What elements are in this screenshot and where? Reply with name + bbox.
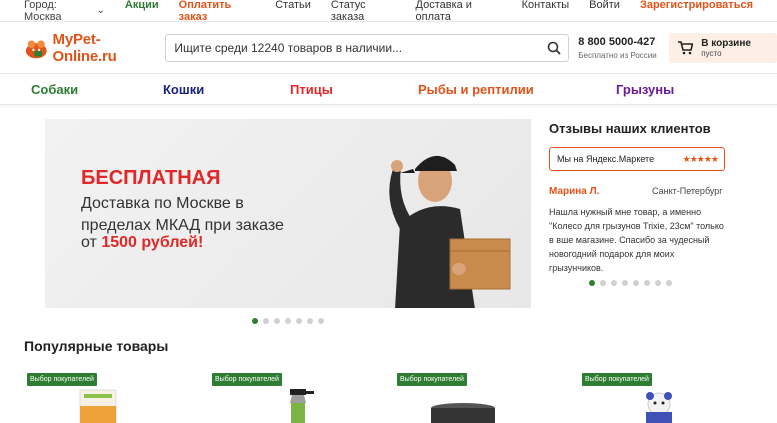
- category-birds[interactable]: Птицы: [290, 82, 333, 97]
- articles-link[interactable]: Статьи: [275, 0, 311, 23]
- pagination-dot[interactable]: [252, 318, 258, 324]
- pagination-dot[interactable]: [589, 280, 595, 286]
- search-box: [165, 33, 570, 62]
- pagination-dot[interactable]: [666, 280, 672, 286]
- reviews-title: Отзывы наших клиентов: [549, 121, 711, 136]
- category-fish-reptiles[interactable]: Рыбы и рептилии: [418, 82, 534, 97]
- city-selector[interactable]: Город: Москва ⌄: [24, 0, 105, 23]
- reviewer-name: Марина Л.: [549, 186, 600, 197]
- phone-number[interactable]: 8 800 5000-427: [578, 36, 659, 48]
- category-dogs[interactable]: Собаки: [31, 82, 78, 97]
- register-link[interactable]: Зарегистрироваться: [640, 0, 753, 23]
- product-image[interactable]: [278, 385, 318, 423]
- pagination-dot[interactable]: [307, 318, 313, 324]
- pagination-dot[interactable]: [622, 280, 628, 286]
- reviewer-city: Санкт-Петербург: [652, 186, 723, 196]
- pagination-dot[interactable]: [263, 318, 269, 324]
- logo[interactable]: MyPet-Online.ru: [24, 31, 158, 65]
- chevron-down-icon: ⌄: [96, 5, 105, 16]
- cart-title: В корзине: [701, 37, 751, 49]
- login-link[interactable]: Войти: [589, 0, 620, 23]
- pay-order-link[interactable]: Оплатить заказ: [179, 0, 256, 23]
- category-cats[interactable]: Кошки: [163, 82, 204, 97]
- search-input[interactable]: [166, 34, 541, 61]
- product-image[interactable]: [638, 390, 680, 423]
- order-status-link[interactable]: Статус заказа: [331, 0, 396, 23]
- cart-status: пусто: [701, 48, 722, 58]
- pagination-dot[interactable]: [274, 318, 280, 324]
- popular-title: Популярные товары: [24, 338, 169, 354]
- banner-text: Доставка по Москве в пределах МКАД при з…: [81, 195, 284, 234]
- banner-amount-line: от 1500 рублей!: [81, 234, 204, 251]
- pagination-dot[interactable]: [644, 280, 650, 286]
- reviews-pagination: [589, 280, 677, 286]
- banner-headline: БЕСПЛАТНАЯ: [81, 167, 221, 189]
- search-icon[interactable]: [540, 41, 568, 55]
- customer-choice-badge: Выбор покупателей: [27, 373, 97, 386]
- yandex-market-label: Мы на Яндекс.Маркете: [557, 154, 655, 164]
- phone-note: Бесплатно из России: [578, 50, 657, 60]
- pagination-dot[interactable]: [296, 318, 302, 324]
- customer-choice-badge: Выбор покупателей: [212, 373, 282, 386]
- top-bar: Город: Москва ⌄ Акции Оплатить заказ Ста…: [0, 0, 777, 23]
- contacts-link[interactable]: Контакты: [522, 0, 570, 23]
- top-links: Акции Оплатить заказ Статьи Статус заказ…: [105, 0, 753, 23]
- courier-image: [389, 155, 511, 308]
- promo-banner[interactable]: БЕСПЛАТНАЯ Доставка по Москве в пределах…: [45, 119, 531, 308]
- category-rodents[interactable]: Грызуны: [616, 82, 674, 97]
- city-label: Город: Москва: [24, 0, 62, 23]
- pagination-dot[interactable]: [285, 318, 291, 324]
- phone-block: 8 800 5000-427 Бесплатно из России: [578, 36, 659, 60]
- pet-logo-icon: [25, 39, 47, 58]
- pagination-dot[interactable]: [633, 280, 639, 286]
- cart-button[interactable]: В корзине пусто: [669, 32, 777, 63]
- review-text: Нашла нужный мне товар, а именно "Колесо…: [549, 207, 724, 273]
- yandex-market-badge[interactable]: Мы на Яндекс.Маркете ★★★★★: [549, 147, 725, 171]
- cart-icon: [678, 40, 694, 54]
- product-image[interactable]: [428, 402, 498, 423]
- logo-text: MyPet-Online.ru: [52, 30, 117, 65]
- site-header: MyPet-Online.ru 8 800 5000-427 Бесплатно…: [0, 22, 777, 74]
- pagination-dot[interactable]: [318, 318, 324, 324]
- promo-link[interactable]: Акции: [125, 0, 159, 23]
- pagination-dot[interactable]: [611, 280, 617, 286]
- product-image[interactable]: [78, 388, 118, 423]
- rating-stars-icon: ★★★★★: [682, 153, 719, 164]
- delivery-link[interactable]: Доставка и оплата: [416, 0, 502, 23]
- banner-pagination: [252, 318, 329, 324]
- customer-choice-badge: Выбор покупателей: [582, 373, 652, 386]
- pagination-dot[interactable]: [655, 280, 661, 286]
- category-nav: Собаки Кошки Птицы Рыбы и рептилии Грызу…: [0, 74, 777, 105]
- pagination-dot[interactable]: [600, 280, 606, 286]
- banner-amount: 1500 рублей!: [101, 234, 204, 251]
- customer-choice-badge: Выбор покупателей: [397, 373, 467, 386]
